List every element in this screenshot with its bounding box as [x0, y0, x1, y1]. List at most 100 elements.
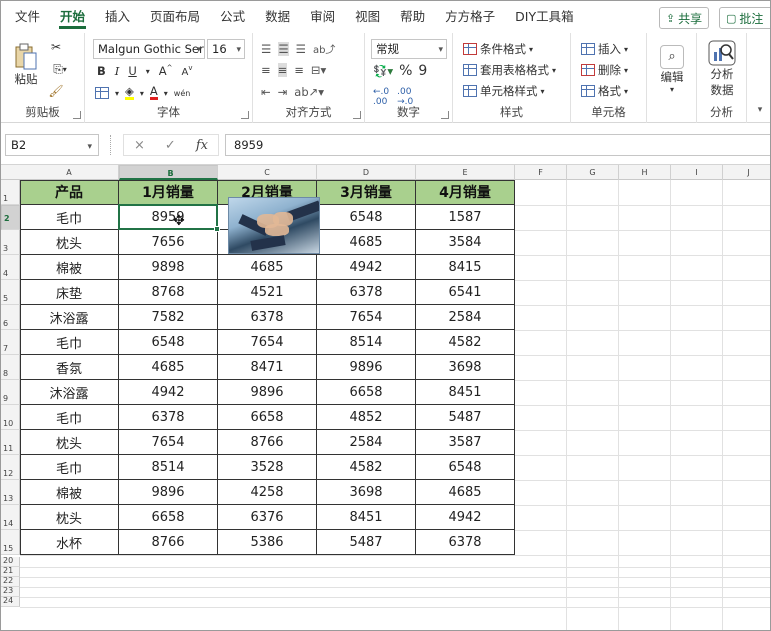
- table-cell[interactable]: 4582: [416, 330, 515, 355]
- table-cell[interactable]: 6541: [416, 280, 515, 305]
- row-header-4[interactable]: 4: [1, 255, 20, 280]
- table-cell[interactable]: 棉被: [20, 480, 119, 505]
- column-header-g[interactable]: G: [567, 165, 619, 180]
- table-cell[interactable]: 4685: [416, 480, 515, 505]
- table-cell[interactable]: 7654: [218, 330, 317, 355]
- table-header-cell[interactable]: 4月销量: [416, 180, 515, 205]
- table-cell[interactable]: 6658: [218, 405, 317, 430]
- table-cell[interactable]: 3528: [218, 455, 317, 480]
- table-header-cell[interactable]: 产品: [20, 180, 119, 205]
- table-cell[interactable]: 枕头: [20, 505, 119, 530]
- increase-indent-icon[interactable]: ⇥: [278, 85, 288, 99]
- table-cell[interactable]: 毛巾: [20, 205, 119, 230]
- fill-color-icon[interactable]: ◈: [125, 85, 134, 100]
- align-bottom-icon[interactable]: ☰: [296, 42, 306, 56]
- table-cell[interactable]: 4521: [218, 280, 317, 305]
- tab-9[interactable]: 方方格子: [435, 1, 505, 33]
- table-cell[interactable]: 6378: [317, 280, 416, 305]
- table-cell[interactable]: 6658: [119, 505, 218, 530]
- editing-button[interactable]: ⌕ 编辑 ▾: [657, 39, 687, 99]
- analyze-data-button[interactable]: 分析 数据: [705, 37, 739, 101]
- row-header-3[interactable]: 3: [1, 230, 20, 255]
- table-cell[interactable]: 4852: [317, 405, 416, 430]
- comma-button[interactable]: 9: [418, 63, 427, 79]
- text-direction-icon[interactable]: ab⤴: [313, 41, 335, 56]
- table-cell[interactable]: 毛巾: [20, 330, 119, 355]
- table-cell[interactable]: 6548: [317, 205, 416, 230]
- share-button[interactable]: ⇪ 共享: [659, 7, 709, 29]
- table-cell[interactable]: 3587: [416, 430, 515, 455]
- row-header-14[interactable]: 14: [1, 505, 20, 530]
- font-launcher-icon[interactable]: [241, 111, 249, 119]
- table-cell[interactable]: 8415: [416, 255, 515, 280]
- delete-cells-button[interactable]: 删除 ▾: [581, 62, 628, 78]
- format-painter-icon[interactable]: 🖌: [47, 83, 65, 99]
- name-box[interactable]: B2 ▾: [5, 134, 99, 156]
- align-top-icon[interactable]: ☰: [261, 42, 271, 56]
- formula-input[interactable]: 8959: [225, 134, 770, 156]
- table-cell[interactable]: 6376: [218, 505, 317, 530]
- table-cell[interactable]: 3698: [317, 480, 416, 505]
- chevron-down-icon[interactable]: ▾: [146, 67, 150, 76]
- cell-styles-button[interactable]: 单元格样式 ▾: [463, 83, 545, 99]
- table-cell[interactable]: 7656: [119, 230, 218, 255]
- table-cell[interactable]: 2584: [317, 430, 416, 455]
- tab-5[interactable]: 数据: [255, 1, 300, 33]
- decrease-indent-icon[interactable]: ⇤: [261, 85, 271, 99]
- row-header-8[interactable]: 8: [1, 355, 20, 380]
- row-header-13[interactable]: 13: [1, 480, 20, 505]
- table-cell[interactable]: 枕头: [20, 430, 119, 455]
- table-cell[interactable]: 4942: [416, 505, 515, 530]
- font-color-icon[interactable]: A: [149, 85, 158, 100]
- row-header-12[interactable]: 12: [1, 455, 20, 480]
- tab-3[interactable]: 页面布局: [140, 1, 210, 33]
- column-header-f[interactable]: F: [515, 165, 567, 180]
- number-launcher-icon[interactable]: [441, 111, 449, 119]
- row-header-1[interactable]: 1: [1, 180, 20, 205]
- table-cell[interactable]: 4685: [317, 230, 416, 255]
- align-middle-icon[interactable]: ☰: [278, 41, 289, 56]
- table-cell[interactable]: 5487: [416, 405, 515, 430]
- table-cell[interactable]: 8768: [119, 280, 218, 305]
- insert-cells-button[interactable]: 插入 ▾: [581, 41, 628, 57]
- cut-icon[interactable]: ✂: [47, 39, 65, 55]
- table-cell[interactable]: 6378: [218, 305, 317, 330]
- font-size-select[interactable]: 16 ▾: [207, 39, 245, 59]
- table-cell[interactable]: 毛巾: [20, 405, 119, 430]
- tab-0[interactable]: 文件: [5, 1, 50, 33]
- table-cell[interactable]: 6548: [119, 330, 218, 355]
- bold-button[interactable]: B: [97, 64, 106, 78]
- column-header-h[interactable]: H: [619, 165, 671, 180]
- table-cell[interactable]: 3584: [416, 230, 515, 255]
- table-cell[interactable]: 8471: [218, 355, 317, 380]
- table-cell[interactable]: 9896: [317, 355, 416, 380]
- borders-icon[interactable]: [95, 87, 109, 99]
- table-cell[interactable]: 6658: [317, 380, 416, 405]
- column-header-a[interactable]: A: [20, 165, 119, 180]
- row-header-5[interactable]: 5: [1, 280, 20, 305]
- table-cell[interactable]: 8514: [119, 455, 218, 480]
- table-cell[interactable]: 5487: [317, 530, 416, 555]
- align-left-icon[interactable]: ≡: [261, 63, 271, 77]
- insert-function-icon[interactable]: fx: [196, 138, 208, 153]
- alignment-launcher-icon[interactable]: [353, 111, 361, 119]
- table-cell[interactable]: 枕头: [20, 230, 119, 255]
- table-cell[interactable]: 8514: [317, 330, 416, 355]
- table-cell[interactable]: 7654: [317, 305, 416, 330]
- align-right-icon[interactable]: ≡: [294, 63, 304, 77]
- tab-1[interactable]: 开始: [50, 1, 95, 33]
- table-cell[interactable]: 1587: [416, 205, 515, 230]
- table-cell[interactable]: 8451: [317, 505, 416, 530]
- table-cell[interactable]: 香氛: [20, 355, 119, 380]
- merge-center-icon[interactable]: ⊟▾: [311, 63, 326, 77]
- table-cell[interactable]: 4685: [218, 255, 317, 280]
- column-header-e[interactable]: E: [416, 165, 515, 180]
- row-header-11[interactable]: 11: [1, 430, 20, 455]
- tab-10[interactable]: DIY工具箱: [505, 1, 583, 33]
- tab-6[interactable]: 审阅: [300, 1, 345, 33]
- row-header-7[interactable]: 7: [1, 330, 20, 355]
- conditional-formatting-button[interactable]: 条件格式 ▾: [463, 41, 533, 57]
- cancel-icon[interactable]: ×: [134, 138, 145, 153]
- format-cells-button[interactable]: 格式 ▾: [581, 83, 628, 99]
- table-header-cell[interactable]: 1月销量: [119, 180, 218, 205]
